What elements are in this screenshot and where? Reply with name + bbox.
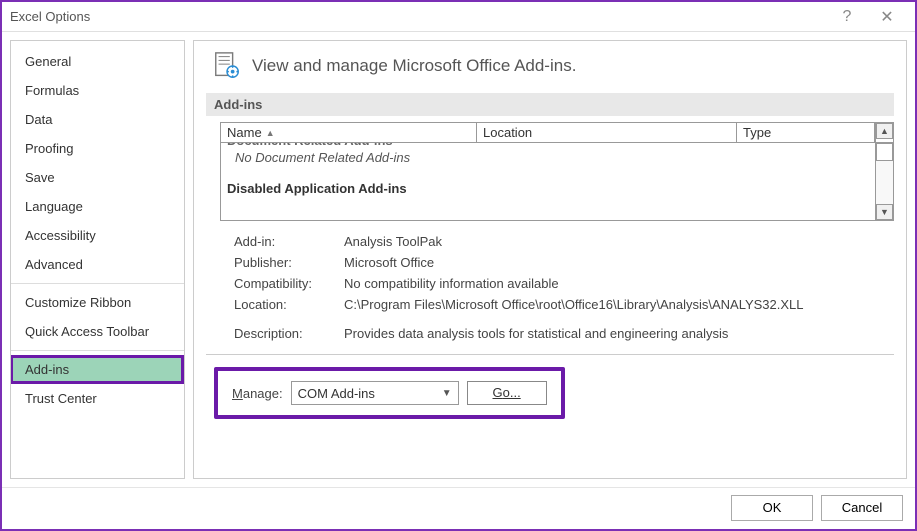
sort-asc-icon: ▲ bbox=[266, 128, 275, 138]
chevron-down-icon: ▼ bbox=[442, 388, 452, 399]
value-location: C:\Program Files\Microsoft Office\root\O… bbox=[344, 297, 894, 312]
manage-dropdown[interactable]: COM Add-ins ▼ bbox=[291, 381, 459, 405]
label-location: Location: bbox=[234, 297, 344, 312]
main-area: General Formulas Data Proofing Save Lang… bbox=[2, 32, 915, 487]
divider bbox=[206, 354, 894, 355]
sidebar-item-advanced[interactable]: Advanced bbox=[11, 250, 184, 279]
scroll-thumb[interactable] bbox=[876, 143, 893, 161]
column-name-label: Name bbox=[227, 125, 262, 140]
sidebar-item-language[interactable]: Language bbox=[11, 192, 184, 221]
sidebar-separator bbox=[11, 283, 184, 284]
help-button[interactable]: ? bbox=[827, 3, 867, 31]
column-type[interactable]: Type bbox=[737, 123, 875, 142]
table-body: Document Related Add-ins No Document Rel… bbox=[220, 143, 894, 221]
sidebar-item-general[interactable]: General bbox=[11, 47, 184, 76]
sidebar: General Formulas Data Proofing Save Lang… bbox=[10, 40, 185, 479]
table-rows: Document Related Add-ins No Document Rel… bbox=[221, 143, 875, 220]
sidebar-item-addins[interactable]: Add-ins bbox=[10, 355, 184, 384]
sidebar-item-save[interactable]: Save bbox=[11, 163, 184, 192]
scrollbar[interactable]: ▼ bbox=[875, 143, 893, 220]
scroll-up-button[interactable]: ▲ bbox=[876, 123, 893, 139]
label-compat: Compatibility: bbox=[234, 276, 344, 291]
addins-icon bbox=[212, 51, 242, 81]
sidebar-item-trust-center[interactable]: Trust Center bbox=[11, 384, 184, 413]
value-compat: No compatibility information available bbox=[344, 276, 894, 291]
titlebar: Excel Options ? ✕ bbox=[2, 2, 915, 32]
page-title: View and manage Microsoft Office Add-ins… bbox=[252, 56, 576, 76]
ok-button[interactable]: OK bbox=[731, 495, 813, 521]
sidebar-item-proofing[interactable]: Proofing bbox=[11, 134, 184, 163]
sidebar-item-data[interactable]: Data bbox=[11, 105, 184, 134]
manage-value: COM Add-ins bbox=[298, 386, 375, 401]
group-disabled-addins: Disabled Application Add-ins bbox=[221, 177, 875, 198]
row-no-doc-addins: No Document Related Add-ins bbox=[221, 148, 875, 167]
go-button[interactable]: Go... bbox=[467, 381, 547, 405]
content-panel: View and manage Microsoft Office Add-ins… bbox=[193, 40, 907, 479]
value-description: Provides data analysis tools for statist… bbox=[344, 326, 894, 341]
section-title: Add-ins bbox=[206, 93, 894, 116]
manage-label: MManage:anage: bbox=[232, 386, 283, 401]
sidebar-item-accessibility[interactable]: Accessibility bbox=[11, 221, 184, 250]
label-publisher: Publisher: bbox=[234, 255, 344, 270]
window-title: Excel Options bbox=[10, 9, 827, 24]
manage-row: MManage:anage: COM Add-ins ▼ Go... bbox=[214, 367, 565, 419]
label-description: Description: bbox=[234, 326, 344, 341]
column-name[interactable]: Name ▲ bbox=[221, 123, 477, 142]
go-suffix: o... bbox=[503, 385, 521, 400]
value-addin: Analysis ToolPak bbox=[344, 234, 894, 249]
sidebar-separator bbox=[11, 350, 184, 351]
close-button[interactable]: ✕ bbox=[867, 3, 907, 31]
column-location[interactable]: Location bbox=[477, 123, 737, 142]
cancel-button[interactable]: Cancel bbox=[821, 495, 903, 521]
page-header: View and manage Microsoft Office Add-ins… bbox=[206, 51, 894, 81]
scroll-down-button[interactable]: ▼ bbox=[876, 204, 893, 220]
label-addin: Add-in: bbox=[234, 234, 344, 249]
value-publisher: Microsoft Office bbox=[344, 255, 894, 270]
scroll-up-cell: ▲ bbox=[875, 123, 893, 142]
sidebar-item-customize-ribbon[interactable]: Customize Ribbon bbox=[11, 288, 184, 317]
footer: OK Cancel bbox=[2, 487, 915, 527]
addin-details: Add-in:Analysis ToolPak Publisher:Micros… bbox=[234, 231, 894, 344]
sidebar-item-formulas[interactable]: Formulas bbox=[11, 76, 184, 105]
table-header: Name ▲ Location Type ▲ bbox=[220, 122, 894, 143]
sidebar-item-quick-access[interactable]: Quick Access Toolbar bbox=[11, 317, 184, 346]
